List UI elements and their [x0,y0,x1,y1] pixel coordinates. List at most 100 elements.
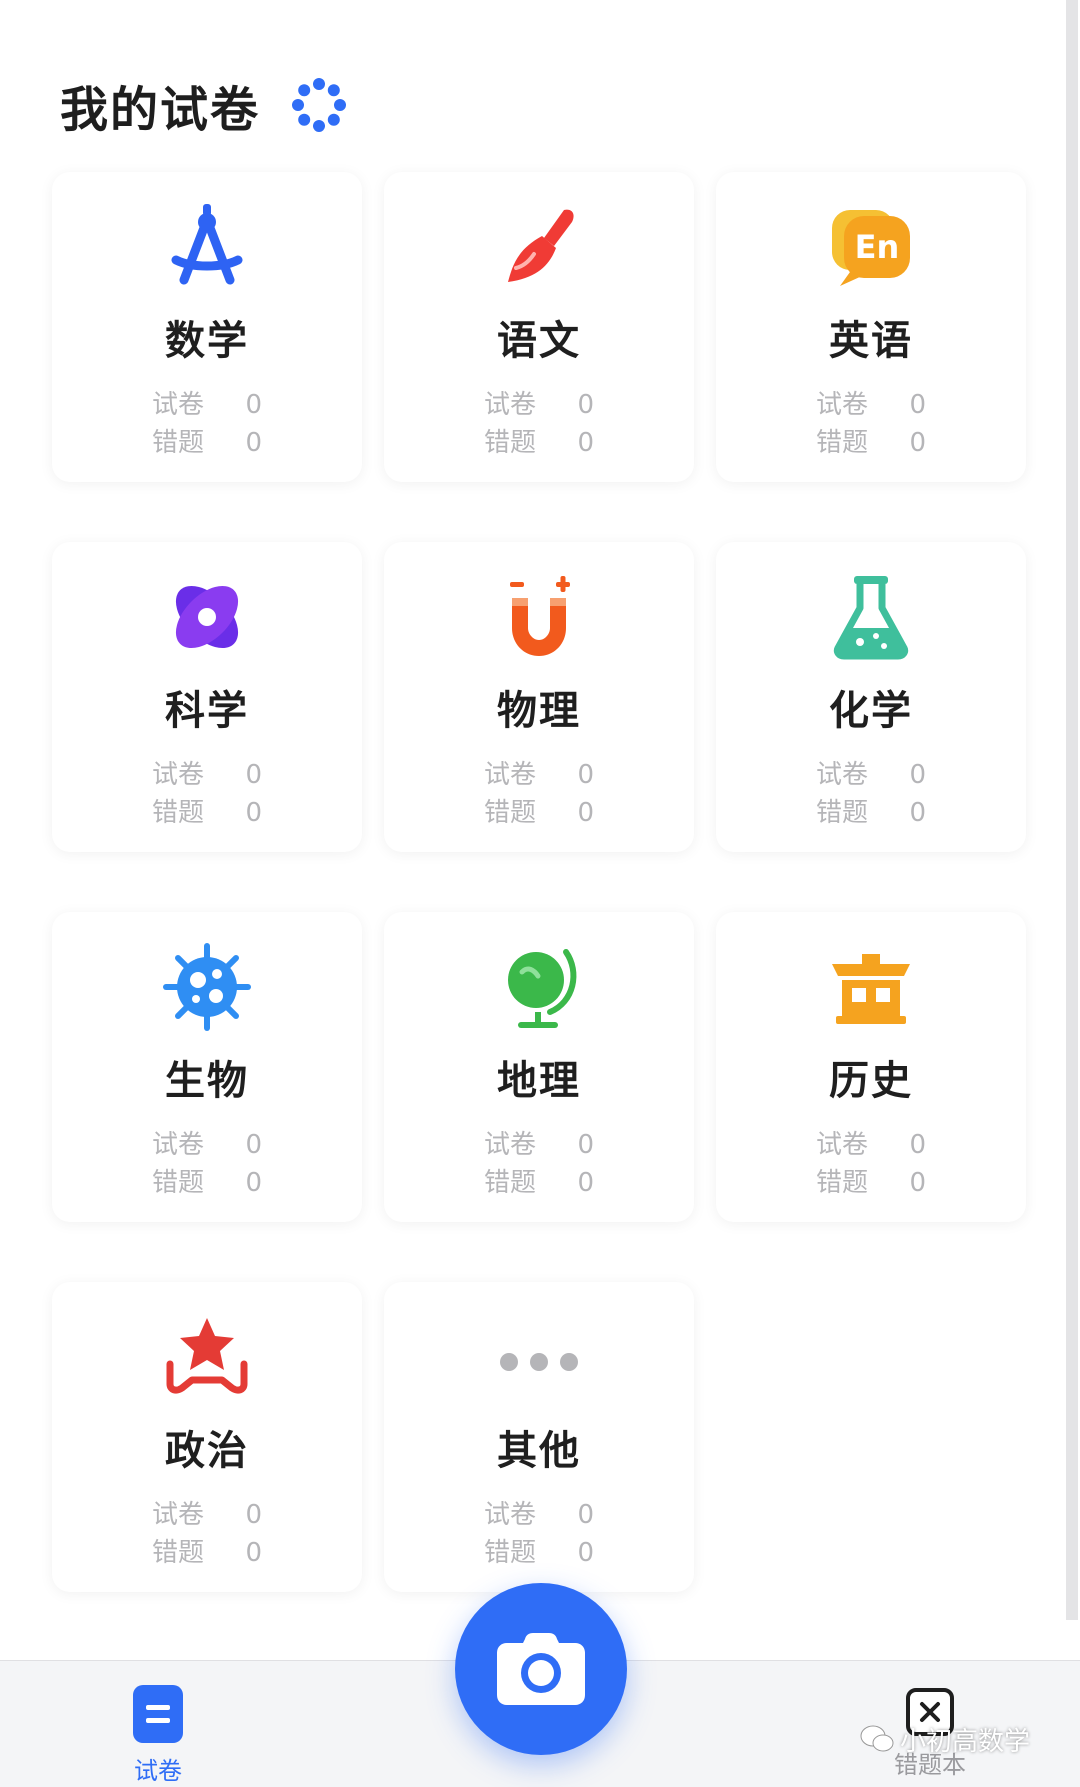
wrong-label: 错题 [152,428,205,458]
subject-card-math[interactable]: 数学 试卷 0 错题 0 [52,172,362,482]
star-badge-icon [166,1318,248,1394]
subject-stats: 试卷 0 错题 0 [816,376,926,462]
papers-count: 0 [909,390,926,420]
papers-stat: 试卷 0 [484,756,594,794]
subject-name: 其他 [497,1428,581,1474]
tab-papers[interactable]: 试卷 [120,1685,196,1786]
english-icon-text: En [855,228,900,266]
subject-name: 数学 [165,318,249,364]
subject-stats: 试卷 0 错题 0 [484,1486,594,1572]
wrong-count: 0 [245,1168,262,1198]
papers-tab-icon [133,1685,183,1743]
camera-icon [497,1633,585,1705]
subject-name: 地理 [497,1058,581,1104]
camera-button[interactable] [455,1583,627,1755]
subject-grid: 数学 试卷 0 错题 0 语文 试卷 0 错题 0 En 英语 试卷 0 错题 … [52,172,1027,1592]
english-bubble-icon: En [832,210,910,286]
wrong-stat: 错题 0 [816,424,926,462]
subject-stats: 试卷 0 错题 0 [152,746,262,832]
brush-icon [508,209,574,282]
subject-card-biology[interactable]: 生物 试卷 0 错题 0 [52,912,362,1222]
page: 我的试卷 数学 试卷 0 错题 0 语文 试卷 0 错题 0 En 英语 试卷 … [0,0,1080,1787]
wrong-label: 错题 [816,1168,869,1198]
subject-stats: 试卷 0 错题 0 [484,376,594,462]
papers-label: 试卷 [484,390,537,420]
papers-count: 0 [577,1130,594,1160]
virus-icon [163,943,251,1031]
wrong-count: 0 [909,798,926,828]
subject-card-science[interactable]: 科学 试卷 0 错题 0 [52,542,362,852]
subject-card-english[interactable]: En 英语 试卷 0 错题 0 [716,172,1026,482]
papers-label: 试卷 [484,1130,537,1160]
wrong-label: 错题 [816,428,869,458]
subject-card-history[interactable]: 历史 试卷 0 错题 0 [716,912,1026,1222]
papers-stat: 试卷 0 [484,1496,594,1534]
papers-label: 试卷 [152,1500,205,1530]
wrong-stat: 错题 0 [152,424,262,462]
subject-card-other[interactable]: 其他 试卷 0 错题 0 [384,1282,694,1592]
papers-count: 0 [577,390,594,420]
subject-stats: 试卷 0 错题 0 [484,746,594,832]
wrong-count: 0 [577,1168,594,1198]
wrong-count: 0 [577,428,594,458]
papers-stat: 试卷 0 [152,756,262,794]
subject-name: 物理 [497,688,581,734]
wrong-label: 错题 [484,798,537,828]
watermark-text: 小初高数学 [900,1726,1031,1757]
papers-stat: 试卷 0 [816,756,926,794]
wrong-stat: 错题 0 [484,1534,594,1572]
wrong-stat: 错题 0 [152,1164,262,1202]
papers-stat: 试卷 0 [152,386,262,424]
papers-label: 试卷 [152,1130,205,1160]
papers-count: 0 [909,1130,926,1160]
subject-name: 政治 [165,1428,249,1474]
subject-stats: 试卷 0 错题 0 [484,1116,594,1202]
watermark: 小初高数学 [860,1722,1031,1757]
subject-card-physics[interactable]: 物理 试卷 0 错题 0 [384,542,694,852]
subject-card-chinese[interactable]: 语文 试卷 0 错题 0 [384,172,694,482]
subject-card-politics[interactable]: 政治 试卷 0 错题 0 [52,1282,362,1592]
globe-icon [508,949,577,1028]
wrong-stat: 错题 0 [152,1534,262,1572]
papers-count: 0 [909,760,926,790]
subject-stats: 试卷 0 错题 0 [816,746,926,832]
subject-stats: 试卷 0 错题 0 [152,376,262,462]
papers-stat: 试卷 0 [152,1496,262,1534]
papers-label: 试卷 [816,1130,869,1160]
page-title: 我的试卷 [60,82,261,138]
wrong-label: 错题 [484,428,537,458]
wrong-count: 0 [245,1538,262,1568]
papers-count: 0 [577,760,594,790]
papers-label: 试卷 [816,760,869,790]
scrollbar[interactable] [1066,0,1078,1620]
wrong-count: 0 [909,428,926,458]
wrong-label: 错题 [816,798,869,828]
subject-stats: 试卷 0 错题 0 [152,1116,262,1202]
subject-name: 生物 [165,1058,249,1104]
papers-count: 0 [245,390,262,420]
wrong-label: 错题 [484,1538,537,1568]
papers-count: 0 [245,1500,262,1530]
wrong-stat: 错题 0 [484,1164,594,1202]
wrong-stat: 错题 0 [152,794,262,832]
wrong-count: 0 [245,798,262,828]
subject-card-chemistry[interactable]: 化学 试卷 0 错题 0 [716,542,1026,852]
subject-name: 语文 [497,318,581,364]
subject-name: 英语 [829,318,913,364]
header: 我的试卷 [60,70,347,140]
wechat-icon [860,1725,894,1752]
subject-card-geography[interactable]: 地理 试卷 0 错题 0 [384,912,694,1222]
wrong-label: 错题 [152,798,205,828]
wrong-label: 错题 [152,1168,205,1198]
wrong-count: 0 [577,798,594,828]
refresh-icon[interactable] [292,78,347,132]
compass-icon [171,204,243,285]
papers-stat: 试卷 0 [152,1126,262,1164]
wrong-count: 0 [577,1538,594,1568]
subject-stats: 试卷 0 错题 0 [816,1116,926,1202]
subject-name: 历史 [829,1058,913,1104]
papers-count: 0 [577,1500,594,1530]
wrong-label: 错题 [484,1168,537,1198]
tab-papers-label: 试卷 [134,1757,182,1785]
wrong-count: 0 [245,428,262,458]
